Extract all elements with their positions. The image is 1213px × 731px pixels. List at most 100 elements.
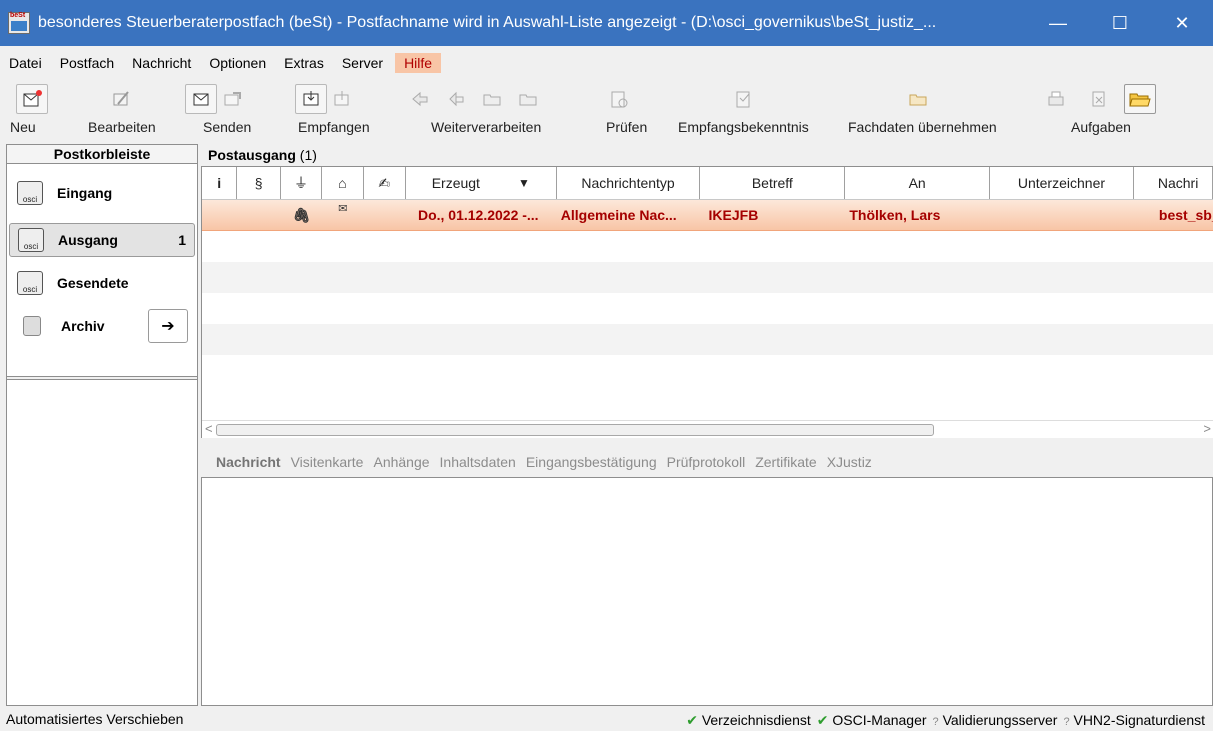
- horizontal-scrollbar[interactable]: < >: [202, 420, 1213, 438]
- envelope-icon: ⌂: [338, 175, 347, 191]
- column-envelope[interactable]: ⌂: [322, 167, 364, 199]
- table-row-empty: [202, 293, 1213, 324]
- status-vhn2-signaturdienst: ? VHN2-Signaturdienst: [1063, 712, 1205, 728]
- acknowledgement-icon[interactable]: [728, 84, 760, 114]
- column-an[interactable]: An: [845, 167, 991, 199]
- sidebar-item-gesendete[interactable]: osci Gesendete: [9, 266, 195, 300]
- tab-pruefprotokoll[interactable]: Prüfprotokoll: [667, 454, 746, 470]
- sort-desc-icon: ▼: [517, 176, 530, 190]
- toolbar: Neu Bearbeiten Senden Empfangen Weiterve…: [0, 78, 1213, 142]
- new-message-icon[interactable]: [16, 84, 48, 114]
- send-icon[interactable]: [185, 84, 217, 114]
- toolbar-label-neu: Neu: [10, 119, 36, 135]
- close-button[interactable]: ✕: [1151, 0, 1213, 46]
- menu-extras[interactable]: Extras: [275, 53, 333, 73]
- folder-export-icon[interactable]: [512, 84, 544, 114]
- attachment-icon: 🖇: [292, 206, 311, 223]
- cell-betreff: IKEJFB: [708, 207, 759, 223]
- check-icon: ✔: [686, 712, 698, 728]
- archive-expand-button[interactable]: ➔: [148, 309, 188, 343]
- column-nachrichtentyp[interactable]: Nachrichtentyp: [557, 167, 701, 199]
- toolbar-label-bearbeiten: Bearbeiten: [88, 119, 156, 135]
- mailbox-sidebar: Postkorbleiste osci Eingang osci Ausgang…: [6, 144, 198, 706]
- menu-datei[interactable]: Datei: [0, 53, 51, 73]
- status-validierungsserver: ? Validierungsserver: [932, 712, 1058, 728]
- column-betreff[interactable]: Betreff: [700, 167, 846, 199]
- print-icon[interactable]: [1040, 84, 1072, 114]
- message-list-panel: Postausgang (1) i § ⏚ ⌂ ✍ Erzeugt ▼ Nach…: [201, 144, 1213, 706]
- folder-forward-icon[interactable]: [476, 84, 508, 114]
- message-table: i § ⏚ ⌂ ✍ Erzeugt ▼ Nachrichtentyp Betre…: [201, 166, 1213, 438]
- toolbar-label-aufgaben: Aufgaben: [1071, 119, 1131, 135]
- edit-icon[interactable]: [105, 84, 137, 114]
- tab-eingangsbestaetigung[interactable]: Eingangsbestätigung: [526, 454, 657, 470]
- sidebar-item-label: Archiv: [61, 318, 105, 334]
- menu-server[interactable]: Server: [333, 53, 392, 73]
- folder-count: (1): [299, 147, 317, 163]
- tab-zertifikate[interactable]: Zertifikate: [755, 454, 816, 470]
- cell-nachricht: best_sb_: [1158, 207, 1213, 223]
- import-data-icon[interactable]: [902, 84, 934, 114]
- column-signature[interactable]: ✍: [364, 167, 406, 199]
- table-row-empty: [202, 355, 1213, 386]
- tab-visitenkarte[interactable]: Visitenkarte: [291, 454, 364, 470]
- sidebar-item-ausgang[interactable]: osci Ausgang 1: [9, 223, 195, 257]
- table-row-empty: [202, 262, 1213, 293]
- sidebar-header: Postkorbleiste: [7, 145, 197, 164]
- verify-icon[interactable]: [603, 84, 635, 114]
- sidebar-item-label: Ausgang: [58, 232, 118, 248]
- column-nachricht[interactable]: Nachri: [1134, 167, 1213, 199]
- sidebar-item-eingang[interactable]: osci Eingang: [9, 176, 195, 210]
- cell-unterzeichner: [990, 200, 1134, 230]
- status-osci-manager: ✔ OSCI-Manager: [816, 712, 927, 728]
- column-attachment[interactable]: ⏚: [281, 167, 323, 199]
- archive-icon: [23, 316, 41, 336]
- app-icon: [8, 12, 30, 34]
- scrollbar-thumb[interactable]: [216, 424, 934, 436]
- table-header: i § ⏚ ⌂ ✍ Erzeugt ▼ Nachrichtentyp Betre…: [202, 167, 1213, 200]
- sidebar-item-archiv[interactable]: Archiv: [9, 309, 139, 343]
- detail-tabs: Nachricht Visitenkarte Anhänge Inhaltsda…: [201, 450, 1213, 474]
- tab-anhaenge[interactable]: Anhänge: [373, 454, 429, 470]
- signature-icon: ✍: [378, 174, 391, 191]
- menu-postfach[interactable]: Postfach: [51, 53, 123, 73]
- column-erzeugt[interactable]: Erzeugt ▼: [406, 167, 557, 199]
- task-icon[interactable]: [1083, 84, 1115, 114]
- open-folder-icon[interactable]: [1124, 84, 1156, 114]
- sidebar-item-count: 1: [178, 232, 186, 248]
- status-verzeichnisdienst: ✔ Verzeichnisdienst: [686, 712, 811, 728]
- status-left-text: Automatisiertes Verschieben: [6, 711, 184, 727]
- column-paragraph[interactable]: §: [237, 167, 281, 199]
- tab-xjustiz[interactable]: XJustiz: [827, 454, 872, 470]
- maximize-button[interactable]: ☐: [1089, 0, 1151, 46]
- scroll-right-arrow[interactable]: >: [1203, 421, 1211, 436]
- column-unterzeichner[interactable]: Unterzeichner: [990, 167, 1134, 199]
- sidebar-splitter[interactable]: [7, 376, 197, 380]
- table-row-empty: [202, 324, 1213, 355]
- column-info[interactable]: i: [202, 167, 238, 199]
- tab-nachricht[interactable]: Nachricht: [216, 454, 281, 470]
- table-row[interactable]: 🖇 ✉ Do., 01.12.2022 -... Allgemeine Nac.…: [202, 200, 1213, 231]
- sidebar-item-label: Eingang: [57, 185, 113, 201]
- menu-hilfe[interactable]: Hilfe: [395, 53, 442, 73]
- status-bar: Automatisiertes Verschieben ✔ Verzeichni…: [0, 709, 1213, 731]
- paperclip-icon: ⏚: [294, 175, 308, 191]
- sidebar-item-label: Gesendete: [57, 275, 129, 291]
- minimize-button[interactable]: —: [1027, 0, 1089, 46]
- toolbar-label-empfangen: Empfangen: [298, 119, 370, 135]
- message-detail-panel: [201, 477, 1213, 706]
- scroll-left-arrow[interactable]: <: [205, 421, 213, 436]
- unknown-status-icon: ?: [1063, 716, 1070, 728]
- menu-optionen[interactable]: Optionen: [200, 53, 275, 73]
- mail-icon: ✉: [338, 203, 348, 215]
- receive-all-icon[interactable]: [326, 84, 358, 114]
- forward-send-icon[interactable]: [216, 84, 248, 114]
- tab-inhaltsdaten[interactable]: Inhaltsdaten: [440, 454, 516, 470]
- cell-nachrichtentyp: Allgemeine Nac...: [560, 207, 677, 223]
- reply-all-icon[interactable]: [440, 84, 472, 114]
- unknown-status-icon: ?: [932, 716, 939, 728]
- reply-icon[interactable]: [404, 84, 436, 114]
- menu-nachricht[interactable]: Nachricht: [123, 53, 200, 73]
- receive-icon[interactable]: [295, 84, 327, 114]
- window-title: besonderes Steuerberaterpostfach (beSt) …: [38, 14, 937, 31]
